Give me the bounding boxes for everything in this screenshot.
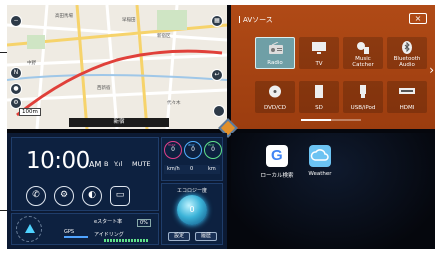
map-scale: 100m: [19, 108, 41, 116]
map-label: 西新宿: [97, 86, 111, 91]
map-layer-button[interactable]: ▦: [211, 15, 223, 27]
map-return-button[interactable]: ↩: [211, 69, 223, 81]
av-source-title: AVソース: [239, 15, 273, 25]
av-tile-label: Music Catcher: [343, 56, 383, 68]
google-g-glyph: G: [271, 147, 283, 164]
phone-button[interactable]: ✆: [26, 186, 46, 206]
radio-icon: [269, 42, 283, 54]
av-tile-label: TV: [315, 61, 323, 67]
av-source-panel: AVソース × › Radio TV Music Catcher Bluetoo…: [231, 5, 435, 129]
ecology-settings-button[interactable]: 設定: [168, 232, 190, 241]
av-tile-label: Bluetooth Audio: [387, 56, 427, 68]
fuel-gauge-widget: 0 0 0 max avg eco km/h 0 km: [161, 137, 223, 181]
av-tile-bluetooth[interactable]: Bluetooth Audio: [387, 37, 427, 69]
idling-bar: [104, 239, 148, 242]
music-catcher-icon: [357, 42, 369, 54]
gps-signal-bar: [64, 236, 88, 238]
gauge-label: avg: [188, 143, 195, 147]
cloud-icon: [310, 149, 329, 161]
av-tile-music-catcher[interactable]: Music Catcher: [343, 37, 383, 69]
info-panel: 10:00 AM B Y.ıl MUTE ✆ ⚙ ◐ ▭ 0 0 0 max a…: [7, 133, 227, 249]
map-label: 中野: [27, 61, 36, 66]
app-weather[interactable]: Weather: [302, 145, 338, 177]
gauge-value: 0: [191, 146, 195, 153]
gauge-label: max: [168, 143, 176, 147]
av-tile-label: USB/iPod: [350, 105, 376, 111]
chevron-right-icon[interactable]: ›: [429, 63, 434, 77]
usb-icon: [360, 85, 366, 98]
weather-icon: [309, 145, 331, 167]
gauge-unit-left: km/h: [167, 166, 180, 172]
bluetooth-status-icon: B: [104, 160, 109, 168]
brightness-button[interactable]: ◐: [82, 186, 102, 206]
music-catcher-label: Music Catcher: [352, 56, 374, 68]
clock-time: 10:00: [26, 148, 90, 174]
ecology-widget: エコロジー度 0 設定 履歴: [161, 183, 223, 245]
google-icon: G: [266, 145, 288, 167]
close-button[interactable]: ×: [409, 13, 427, 24]
eco-start-value: 0%: [137, 219, 151, 227]
map-mode-button[interactable]: ●: [10, 83, 22, 95]
av-tile-label: HDMI: [399, 105, 415, 111]
navi-screen: 高田馬場 新宿区 中野 早稲田 西新宿 代々木 − N ● ⚙ ▦ ↩ 100m…: [7, 5, 435, 249]
av-tile-label: Radio: [267, 60, 283, 66]
tv-icon: [312, 42, 326, 54]
av-tile-tv[interactable]: TV: [299, 37, 339, 69]
signal-strength-icon: Y.ıl: [114, 160, 123, 168]
sd-card-icon: [315, 85, 323, 98]
clock-widget: 10:00 AM B Y.ıl MUTE ✆ ⚙ ◐ ▭: [11, 137, 159, 211]
screen-off-button[interactable]: ▭: [110, 186, 130, 206]
ecology-history-button[interactable]: 履歴: [195, 232, 217, 241]
map-view[interactable]: 高田馬場 新宿区 中野 早稲田 西新宿 代々木 − N ● ⚙ ▦ ↩ 100m…: [7, 5, 227, 129]
current-street: 新宿: [69, 118, 169, 127]
av-tile-label: SD: [315, 105, 323, 111]
eco-start-label: eスタート率: [94, 219, 123, 225]
page-indicator: [301, 119, 361, 121]
gauge-summary-value: 0: [190, 166, 194, 172]
ecology-score-orb: 0: [177, 195, 207, 225]
gauge-value: 0: [171, 146, 175, 153]
bluetooth-icon: [402, 41, 412, 54]
gauge-summary-row: km/h 0 km: [164, 165, 220, 174]
gauge-value: 0: [211, 146, 215, 153]
map-label: 代々木: [167, 101, 181, 106]
settings-button[interactable]: ⚙: [54, 186, 74, 206]
map-zoom-button[interactable]: −: [10, 15, 22, 27]
gps-eco-widget: GPS eスタート率 0% アイドリング: [11, 213, 159, 245]
app-local-search[interactable]: G ローカル検索: [259, 145, 295, 179]
disc-icon: [269, 85, 281, 98]
mute-status: MUTE: [132, 160, 151, 168]
gauge-label: eco: [208, 143, 215, 147]
map-menu-button[interactable]: [213, 105, 225, 117]
compass-north-icon[interactable]: N: [10, 67, 22, 79]
app-label: Weather: [308, 171, 332, 177]
bluetooth-audio-label: Bluetooth Audio: [393, 56, 421, 68]
map-label: 新宿区: [157, 34, 171, 39]
ecology-title: エコロジー度: [176, 188, 207, 194]
gauge-unit-right: km: [208, 166, 216, 172]
map-label: 高田馬場: [55, 14, 73, 19]
app-launcher: G ローカル検索 Weather: [231, 133, 435, 249]
av-tile-sd[interactable]: SD: [299, 81, 339, 113]
app-label: ローカル検索: [260, 173, 294, 179]
av-tile-label: DVD/CD: [263, 105, 287, 111]
av-tile-usb-ipod[interactable]: USB/iPod: [343, 81, 383, 113]
gps-direction-icon: [16, 216, 42, 242]
av-tile-hdmi[interactable]: HDMI: [387, 81, 427, 113]
clock-ampm: AM: [89, 160, 102, 169]
map-label: 早稲田: [122, 18, 136, 23]
av-tile-radio[interactable]: Radio: [255, 37, 295, 69]
hdmi-icon: [399, 88, 415, 94]
av-tile-dvd-cd[interactable]: DVD/CD: [255, 81, 295, 113]
idling-label: アイドリング: [94, 232, 124, 238]
gps-label: GPS: [64, 229, 75, 235]
